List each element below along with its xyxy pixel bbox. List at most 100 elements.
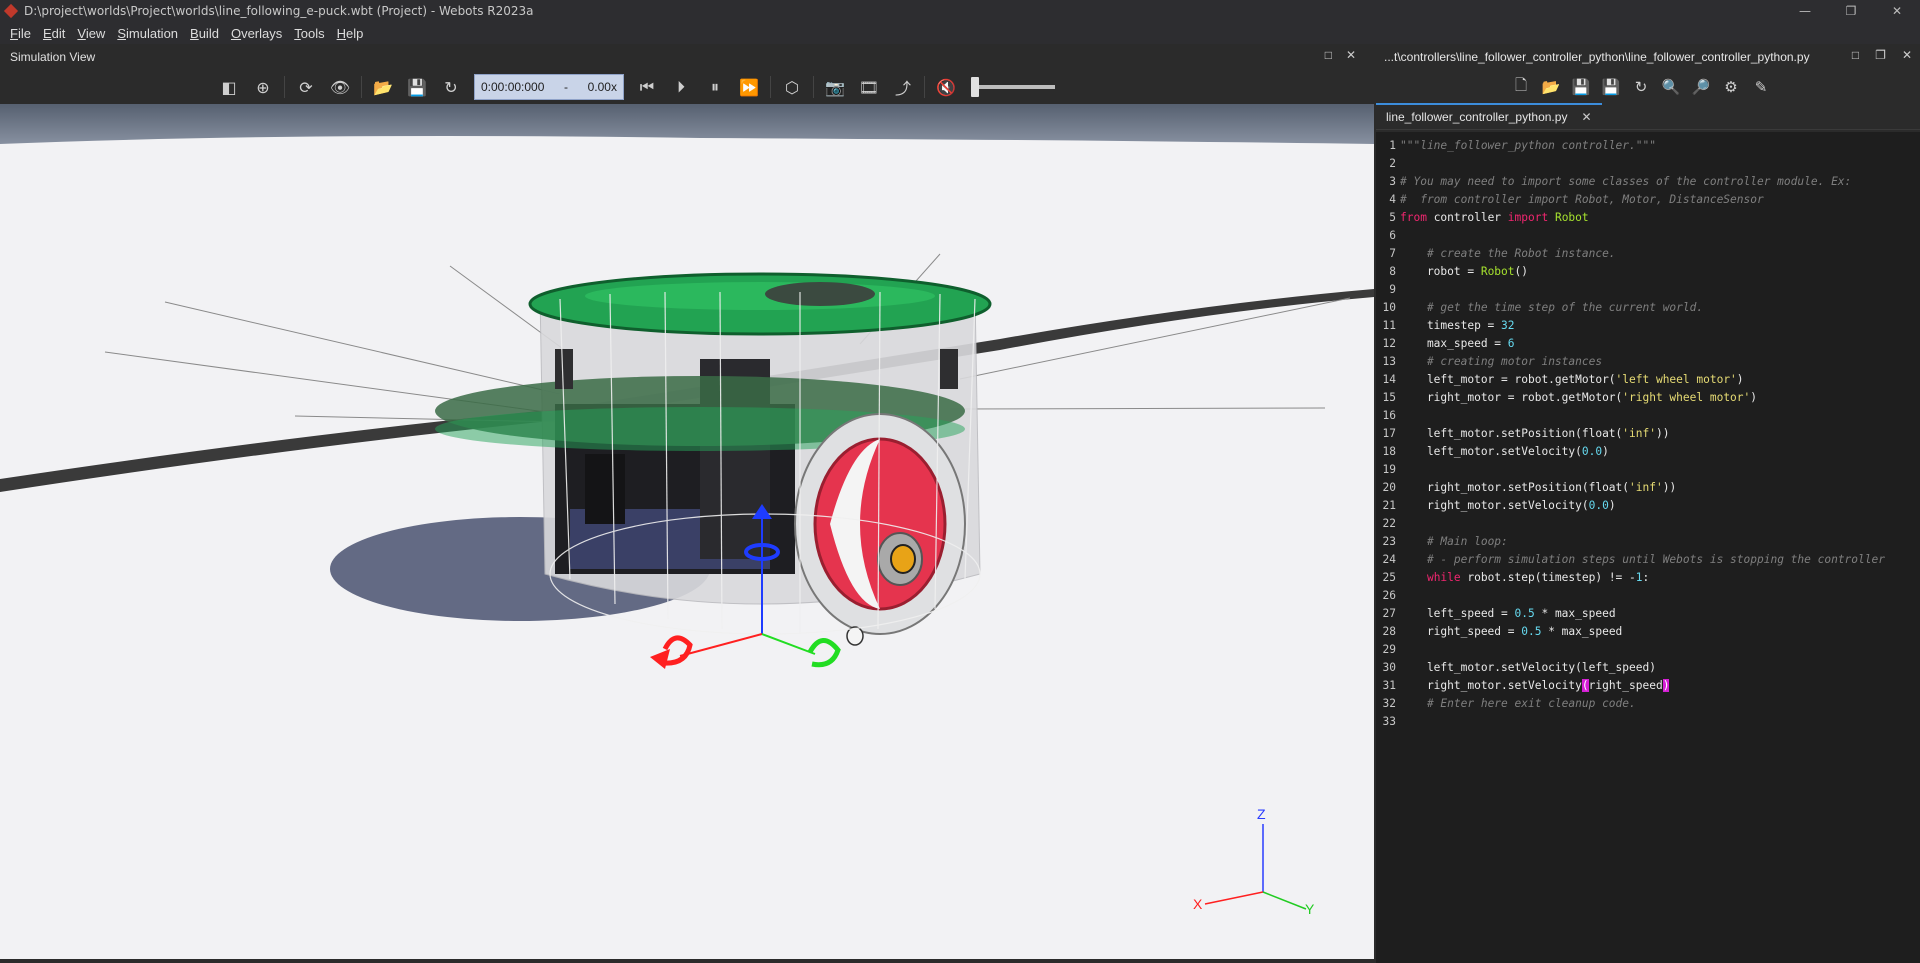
code-line[interactable]: 14 left_motor = robot.getMotor('left whe… bbox=[1376, 370, 1920, 388]
3d-viewport[interactable]: Z X Y bbox=[0, 104, 1374, 959]
save-as-icon[interactable]: 💾 bbox=[1596, 73, 1626, 101]
open-world-icon[interactable]: 📂 bbox=[366, 73, 400, 101]
code-line[interactable]: 11 timestep = 32 bbox=[1376, 316, 1920, 334]
code-line[interactable]: 29 bbox=[1376, 640, 1920, 658]
code-line[interactable]: 10 # get the time step of the current wo… bbox=[1376, 298, 1920, 316]
save-file-icon[interactable]: 💾 bbox=[1566, 73, 1596, 101]
render-toggle-icon[interactable]: ⬡ bbox=[775, 73, 809, 101]
line-source: robot = Robot() bbox=[1400, 264, 1528, 278]
code-line[interactable]: 22 bbox=[1376, 514, 1920, 532]
line-source: left_motor.setVelocity(left_speed) bbox=[1400, 660, 1656, 674]
float-panel-button[interactable]: □ bbox=[1325, 48, 1332, 62]
code-line[interactable]: 13 # creating motor instances bbox=[1376, 352, 1920, 370]
code-line[interactable]: 19 bbox=[1376, 460, 1920, 478]
line-source: # Enter here exit cleanup code. bbox=[1426, 696, 1636, 710]
code-line[interactable]: 5 from controller import Robot bbox=[1376, 208, 1920, 226]
line-number: 32 bbox=[1382, 696, 1396, 710]
line-number: 9 bbox=[1389, 282, 1396, 296]
pause-icon[interactable]: ⏸ bbox=[698, 73, 732, 101]
line-source: left_motor.setVelocity(0.0) bbox=[1400, 444, 1609, 458]
menu-help[interactable]: Help bbox=[331, 26, 370, 41]
follow-object-icon[interactable]: ⟳ bbox=[289, 73, 323, 101]
minimize-button[interactable]: — bbox=[1782, 0, 1828, 22]
code-line[interactable]: 16 bbox=[1376, 406, 1920, 424]
tab-close-icon[interactable]: ✕ bbox=[1581, 110, 1591, 124]
code-line[interactable]: 26 bbox=[1376, 586, 1920, 604]
line-source: # - perform simulation steps until Webot… bbox=[1426, 552, 1885, 566]
line-source: right_motor.setPosition(float('inf')) bbox=[1400, 480, 1677, 494]
revert-file-icon[interactable]: ↻ bbox=[1626, 73, 1656, 101]
code-line[interactable]: 8 robot = Robot() bbox=[1376, 262, 1920, 280]
code-line[interactable]: 23 # Main loop: bbox=[1376, 532, 1920, 550]
line-source: left_speed = 0.5 * max_speed bbox=[1400, 606, 1616, 620]
screenshot-icon[interactable]: 📷 bbox=[818, 73, 852, 101]
open-file-icon[interactable]: 📂 bbox=[1536, 73, 1566, 101]
line-number: 13 bbox=[1382, 354, 1396, 368]
add-node-icon[interactable]: ⊕ bbox=[246, 73, 280, 101]
clean-icon[interactable]: ✎ bbox=[1746, 73, 1776, 101]
code-line[interactable]: 27 left_speed = 0.5 * max_speed bbox=[1376, 604, 1920, 622]
save-world-icon[interactable]: 💾 bbox=[400, 73, 434, 101]
reset-simulation-icon[interactable]: ⏮ bbox=[630, 73, 664, 101]
code-line[interactable]: 6 bbox=[1376, 226, 1920, 244]
menu-tools[interactable]: Tools bbox=[288, 26, 330, 41]
code-line[interactable]: 15 right_motor = robot.getMotor('right w… bbox=[1376, 388, 1920, 406]
code-line[interactable]: 20 right_motor.setPosition(float('inf')) bbox=[1376, 478, 1920, 496]
editor-close-button[interactable]: ✕ bbox=[1902, 48, 1912, 62]
find-icon[interactable]: 🔍 bbox=[1656, 73, 1686, 101]
code-line[interactable]: 31 right_motor.setVelocity(right_speed) bbox=[1376, 676, 1920, 694]
code-line[interactable]: 3 # You may need to import some classes o… bbox=[1376, 172, 1920, 190]
fast-forward-icon[interactable]: ⏩ bbox=[732, 73, 766, 101]
code-line[interactable]: 25 while robot.step(timestep) != -1: bbox=[1376, 568, 1920, 586]
tab-line-follower-controller[interactable]: line_follower_controller_python.py ✕ bbox=[1376, 103, 1602, 129]
editor-restore-button[interactable]: ❐ bbox=[1875, 48, 1886, 62]
close-panel-button[interactable]: ✕ bbox=[1346, 48, 1356, 62]
line-number: 1 bbox=[1389, 138, 1396, 152]
view-eye-icon[interactable]: 👁 bbox=[323, 73, 357, 101]
menu-overlays[interactable]: Overlays bbox=[225, 26, 288, 41]
menu-edit[interactable]: Edit bbox=[37, 26, 71, 41]
editor-file-path: ...t\controllers\line_follower_controlle… bbox=[1384, 50, 1810, 64]
code-line[interactable]: 28 right_speed = 0.5 * max_speed bbox=[1376, 622, 1920, 640]
simulation-time-display: 0:00:00:000 - 0.00x bbox=[474, 74, 624, 100]
code-line[interactable]: 32 # Enter here exit cleanup code. bbox=[1376, 694, 1920, 712]
code-line[interactable]: 24 # - perform simulation steps until We… bbox=[1376, 550, 1920, 568]
code-line[interactable]: 30 left_motor.setVelocity(left_speed) bbox=[1376, 658, 1920, 676]
code-line[interactable]: 12 max_speed = 6 bbox=[1376, 334, 1920, 352]
code-line[interactable]: 7 # create the Robot instance. bbox=[1376, 244, 1920, 262]
menu-simulation[interactable]: Simulation bbox=[111, 26, 184, 41]
replace-icon[interactable]: 🔎 bbox=[1686, 73, 1716, 101]
menu-view[interactable]: View bbox=[71, 26, 111, 41]
share-icon[interactable]: ⤴ bbox=[886, 73, 920, 101]
reload-world-icon[interactable]: ↻ bbox=[434, 73, 468, 101]
menu-file[interactable]: File bbox=[4, 26, 37, 41]
line-number: 27 bbox=[1382, 606, 1396, 620]
code-line[interactable]: 33 bbox=[1376, 712, 1920, 730]
line-source: max_speed = 6 bbox=[1400, 336, 1515, 350]
new-file-icon[interactable]: 🗋 bbox=[1506, 73, 1536, 101]
volume-slider[interactable] bbox=[971, 77, 1055, 97]
code-line[interactable]: 1 """line_follower_python controller.""" bbox=[1376, 136, 1920, 154]
line-number: 22 bbox=[1382, 516, 1396, 530]
code-line[interactable]: 9 bbox=[1376, 280, 1920, 298]
build-icon[interactable]: ⚙ bbox=[1716, 73, 1746, 101]
code-line[interactable]: 21 right_motor.setVelocity(0.0) bbox=[1376, 496, 1920, 514]
toggle-scene-tree-icon[interactable]: ◧ bbox=[212, 73, 246, 101]
line-number: 18 bbox=[1382, 444, 1396, 458]
simulation-view-title: Simulation View bbox=[10, 50, 96, 64]
restore-button[interactable]: ❐ bbox=[1828, 0, 1874, 22]
code-line[interactable]: 2 bbox=[1376, 154, 1920, 172]
line-number: 20 bbox=[1382, 480, 1396, 494]
axis-label-y: Y bbox=[1305, 901, 1315, 917]
code-line[interactable]: 17 left_motor.setPosition(float('inf')) bbox=[1376, 424, 1920, 442]
step-icon[interactable]: ⏵ bbox=[664, 73, 698, 101]
editor-float-button[interactable]: □ bbox=[1852, 48, 1859, 62]
code-line[interactable]: 18 left_motor.setVelocity(0.0) bbox=[1376, 442, 1920, 460]
simulation-view-panel: Simulation View □ ✕ ◧ ⊕ ⟳ 👁 📂 💾 ↻ 0:00:0… bbox=[0, 44, 1374, 963]
mute-icon[interactable]: 🔇 bbox=[929, 73, 963, 101]
code-editor[interactable]: 1 """line_follower_python controller.""" 2… bbox=[1376, 132, 1920, 963]
record-movie-icon[interactable]: 🎞 bbox=[852, 73, 886, 101]
code-line[interactable]: 4 # from controller import Robot, Motor, … bbox=[1376, 190, 1920, 208]
close-button[interactable]: ✕ bbox=[1874, 0, 1920, 22]
menu-build[interactable]: Build bbox=[184, 26, 225, 41]
